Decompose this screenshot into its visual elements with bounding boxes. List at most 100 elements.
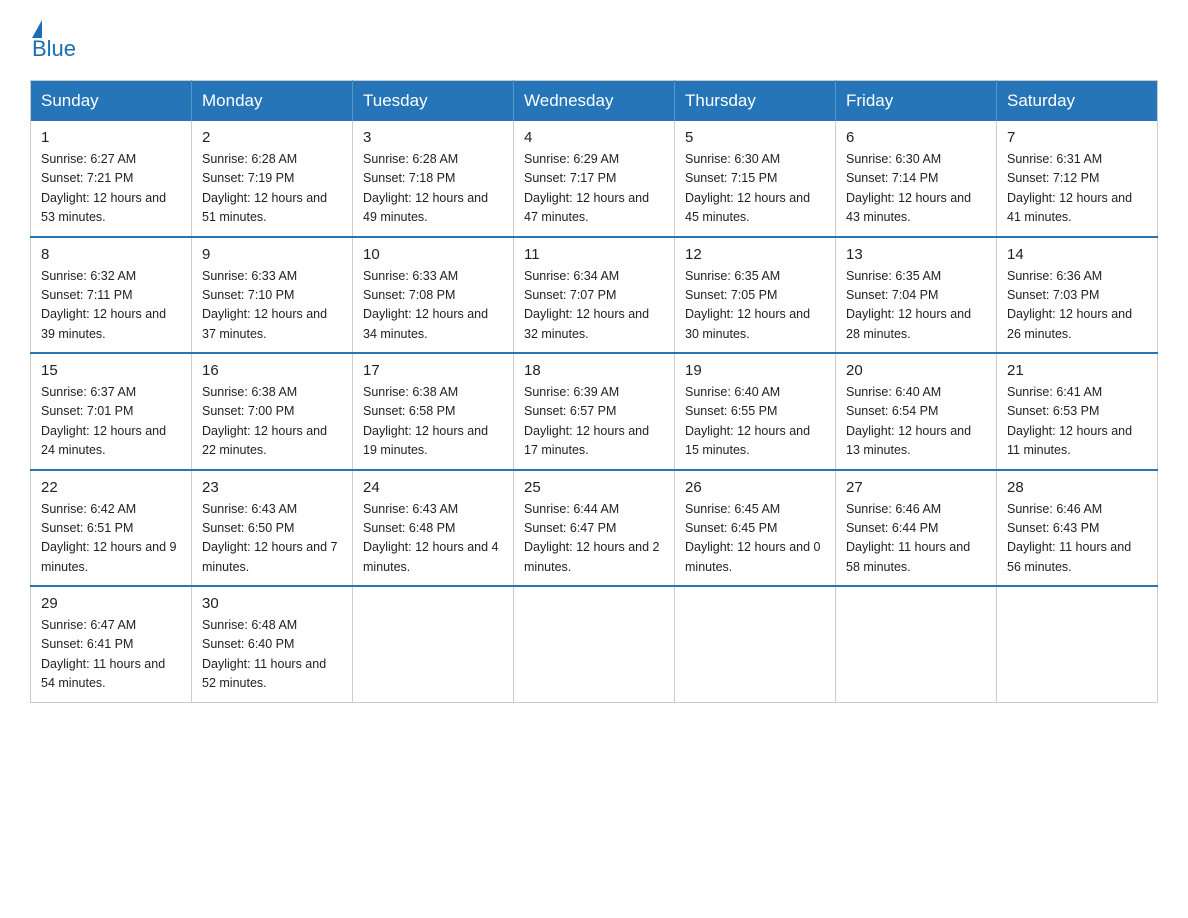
calendar-table: SundayMondayTuesdayWednesdayThursdayFrid… (30, 80, 1158, 703)
day-number: 12 (685, 246, 825, 263)
calendar-day-cell: 27 Sunrise: 6:46 AMSunset: 6:44 PMDayligh… (836, 470, 997, 587)
calendar-week-row: 8 Sunrise: 6:32 AMSunset: 7:11 PMDaylight… (31, 237, 1158, 354)
calendar-day-cell: 10 Sunrise: 6:33 AMSunset: 7:08 PMDayligh… (353, 237, 514, 354)
calendar-day-cell (997, 586, 1158, 702)
day-number: 14 (1007, 246, 1147, 263)
day-number: 10 (363, 246, 503, 263)
day-info: Sunrise: 6:46 AMSunset: 6:44 PMDaylight:… (846, 500, 986, 578)
day-info: Sunrise: 6:42 AMSunset: 6:51 PMDaylight:… (41, 500, 181, 578)
calendar-day-cell: 11 Sunrise: 6:34 AMSunset: 7:07 PMDayligh… (514, 237, 675, 354)
day-info: Sunrise: 6:27 AMSunset: 7:21 PMDaylight:… (41, 150, 181, 228)
day-number: 13 (846, 246, 986, 263)
calendar-day-cell: 9 Sunrise: 6:33 AMSunset: 7:10 PMDaylight… (192, 237, 353, 354)
calendar-day-cell: 28 Sunrise: 6:46 AMSunset: 6:43 PMDayligh… (997, 470, 1158, 587)
calendar-day-cell: 29Sunrise: 6:47 AMSunset: 6:41 PMDayligh… (31, 586, 192, 702)
day-number: 3 (363, 129, 503, 146)
day-info: Sunrise: 6:44 AMSunset: 6:47 PMDaylight:… (524, 500, 664, 578)
calendar-day-cell: 22 Sunrise: 6:42 AMSunset: 6:51 PMDayligh… (31, 470, 192, 587)
calendar-day-cell: 17 Sunrise: 6:38 AMSunset: 6:58 PMDayligh… (353, 353, 514, 470)
day-info: Sunrise: 6:36 AMSunset: 7:03 PMDaylight:… (1007, 267, 1147, 345)
calendar-day-cell: 23Sunrise: 6:43 AMSunset: 6:50 PMDayligh… (192, 470, 353, 587)
weekday-header-monday: Monday (192, 81, 353, 122)
day-info: Sunrise: 6:40 AMSunset: 6:55 PMDaylight:… (685, 383, 825, 461)
weekday-header-sunday: Sunday (31, 81, 192, 122)
weekday-header-tuesday: Tuesday (353, 81, 514, 122)
calendar-day-cell: 15 Sunrise: 6:37 AMSunset: 7:01 PMDayligh… (31, 353, 192, 470)
day-info: Sunrise: 6:28 AMSunset: 7:19 PMDaylight:… (202, 150, 342, 228)
calendar-day-cell: 14 Sunrise: 6:36 AMSunset: 7:03 PMDayligh… (997, 237, 1158, 354)
day-info: Sunrise: 6:32 AMSunset: 7:11 PMDaylight:… (41, 267, 181, 345)
day-number: 30 (202, 595, 342, 612)
day-info: Sunrise: 6:29 AMSunset: 7:17 PMDaylight:… (524, 150, 664, 228)
day-number: 1 (41, 129, 181, 146)
calendar-day-cell: 25Sunrise: 6:44 AMSunset: 6:47 PMDayligh… (514, 470, 675, 587)
day-number: 2 (202, 129, 342, 146)
calendar-day-cell (353, 586, 514, 702)
logo: Blue (30, 20, 76, 62)
day-info: Sunrise: 6:35 AMSunset: 7:04 PMDaylight:… (846, 267, 986, 345)
day-number: 22 (41, 479, 181, 496)
calendar-week-row: 29Sunrise: 6:47 AMSunset: 6:41 PMDayligh… (31, 586, 1158, 702)
calendar-day-cell: 26Sunrise: 6:45 AMSunset: 6:45 PMDayligh… (675, 470, 836, 587)
day-info: Sunrise: 6:47 AMSunset: 6:41 PMDaylight:… (41, 616, 181, 694)
day-number: 5 (685, 129, 825, 146)
calendar-day-cell: 7Sunrise: 6:31 AMSunset: 7:12 PMDaylight… (997, 121, 1158, 237)
logo-subtitle: Blue (32, 36, 76, 62)
calendar-day-cell: 6Sunrise: 6:30 AMSunset: 7:14 PMDaylight… (836, 121, 997, 237)
calendar-day-cell: 18 Sunrise: 6:39 AMSunset: 6:57 PMDayligh… (514, 353, 675, 470)
day-info: Sunrise: 6:30 AMSunset: 7:15 PMDaylight:… (685, 150, 825, 228)
calendar-day-cell: 8 Sunrise: 6:32 AMSunset: 7:11 PMDaylight… (31, 237, 192, 354)
calendar-week-row: 15 Sunrise: 6:37 AMSunset: 7:01 PMDayligh… (31, 353, 1158, 470)
page-header: Blue (30, 20, 1158, 62)
day-number: 11 (524, 246, 664, 263)
weekday-header-saturday: Saturday (997, 81, 1158, 122)
day-info: Sunrise: 6:28 AMSunset: 7:18 PMDaylight:… (363, 150, 503, 228)
day-number: 26 (685, 479, 825, 496)
day-number: 21 (1007, 362, 1147, 379)
calendar-day-cell: 20Sunrise: 6:40 AMSunset: 6:54 PMDayligh… (836, 353, 997, 470)
calendar-day-cell: 13 Sunrise: 6:35 AMSunset: 7:04 PMDayligh… (836, 237, 997, 354)
day-number: 18 (524, 362, 664, 379)
day-number: 9 (202, 246, 342, 263)
weekday-header-friday: Friday (836, 81, 997, 122)
calendar-day-cell: 5 Sunrise: 6:30 AMSunset: 7:15 PMDaylight… (675, 121, 836, 237)
day-info: Sunrise: 6:38 AMSunset: 6:58 PMDaylight:… (363, 383, 503, 461)
day-info: Sunrise: 6:41 AMSunset: 6:53 PMDaylight:… (1007, 383, 1147, 461)
day-info: Sunrise: 6:34 AMSunset: 7:07 PMDaylight:… (524, 267, 664, 345)
day-number: 24 (363, 479, 503, 496)
day-number: 7 (1007, 129, 1147, 146)
day-number: 19 (685, 362, 825, 379)
day-number: 23 (202, 479, 342, 496)
weekday-header-thursday: Thursday (675, 81, 836, 122)
day-info: Sunrise: 6:46 AMSunset: 6:43 PMDaylight:… (1007, 500, 1147, 578)
weekday-header-row: SundayMondayTuesdayWednesdayThursdayFrid… (31, 81, 1158, 122)
day-info: Sunrise: 6:30 AMSunset: 7:14 PMDaylight:… (846, 150, 986, 228)
day-number: 4 (524, 129, 664, 146)
day-number: 17 (363, 362, 503, 379)
calendar-week-row: 22 Sunrise: 6:42 AMSunset: 6:51 PMDayligh… (31, 470, 1158, 587)
day-number: 28 (1007, 479, 1147, 496)
calendar-day-cell: 30Sunrise: 6:48 AMSunset: 6:40 PMDayligh… (192, 586, 353, 702)
calendar-day-cell (836, 586, 997, 702)
calendar-day-cell: 16 Sunrise: 6:38 AMSunset: 7:00 PMDayligh… (192, 353, 353, 470)
calendar-day-cell: 19 Sunrise: 6:40 AMSunset: 6:55 PMDayligh… (675, 353, 836, 470)
day-info: Sunrise: 6:33 AMSunset: 7:10 PMDaylight:… (202, 267, 342, 345)
day-info: Sunrise: 6:33 AMSunset: 7:08 PMDaylight:… (363, 267, 503, 345)
day-info: Sunrise: 6:39 AMSunset: 6:57 PMDaylight:… (524, 383, 664, 461)
day-number: 8 (41, 246, 181, 263)
calendar-day-cell: 4 Sunrise: 6:29 AMSunset: 7:17 PMDaylight… (514, 121, 675, 237)
calendar-day-cell (675, 586, 836, 702)
calendar-day-cell: 21 Sunrise: 6:41 AMSunset: 6:53 PMDayligh… (997, 353, 1158, 470)
day-info: Sunrise: 6:38 AMSunset: 7:00 PMDaylight:… (202, 383, 342, 461)
day-number: 16 (202, 362, 342, 379)
day-info: Sunrise: 6:35 AMSunset: 7:05 PMDaylight:… (685, 267, 825, 345)
day-number: 20 (846, 362, 986, 379)
day-number: 15 (41, 362, 181, 379)
calendar-day-cell: 12 Sunrise: 6:35 AMSunset: 7:05 PMDayligh… (675, 237, 836, 354)
calendar-day-cell: 1 Sunrise: 6:27 AMSunset: 7:21 PMDaylight… (31, 121, 192, 237)
calendar-week-row: 1 Sunrise: 6:27 AMSunset: 7:21 PMDaylight… (31, 121, 1158, 237)
day-info: Sunrise: 6:37 AMSunset: 7:01 PMDaylight:… (41, 383, 181, 461)
calendar-day-cell: 24Sunrise: 6:43 AMSunset: 6:48 PMDayligh… (353, 470, 514, 587)
day-number: 27 (846, 479, 986, 496)
calendar-day-cell: 2 Sunrise: 6:28 AMSunset: 7:19 PMDaylight… (192, 121, 353, 237)
